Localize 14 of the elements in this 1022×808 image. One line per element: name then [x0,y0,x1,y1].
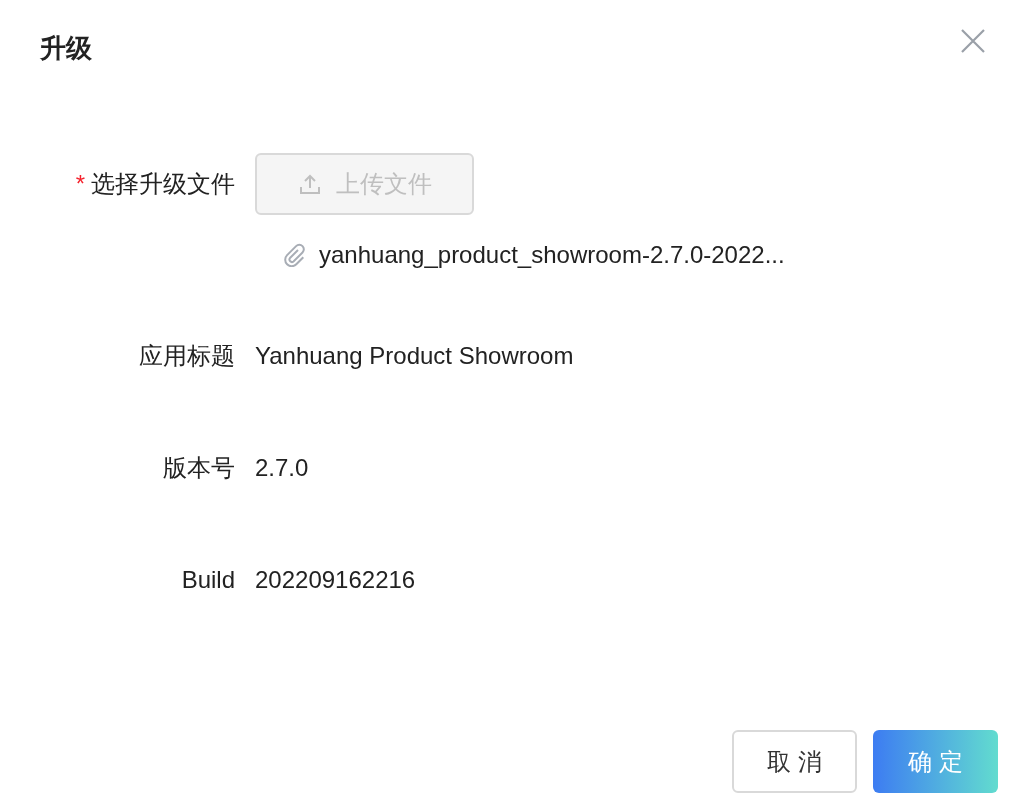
field-label: 应用标题 [139,342,235,369]
close-icon[interactable] [960,28,986,54]
paperclip-icon [283,243,305,267]
field-value: 202209162216 [255,566,416,593]
file-name[interactable]: yanhuang_product_showroom-2.7.0-2022... [319,237,785,273]
required-mark: * [75,170,85,197]
field-label: Build [181,566,235,593]
field-value: 2.7.0 [255,454,309,481]
cancel-button[interactable]: 取 消 [732,730,857,793]
dialog-title: 升级 [40,32,92,65]
field-label: 版本号 [163,454,235,481]
field-value: Yanhuang Product Showroom [255,342,574,369]
field-label: 选择升级文件 [91,170,235,197]
upload-icon [297,172,322,196]
